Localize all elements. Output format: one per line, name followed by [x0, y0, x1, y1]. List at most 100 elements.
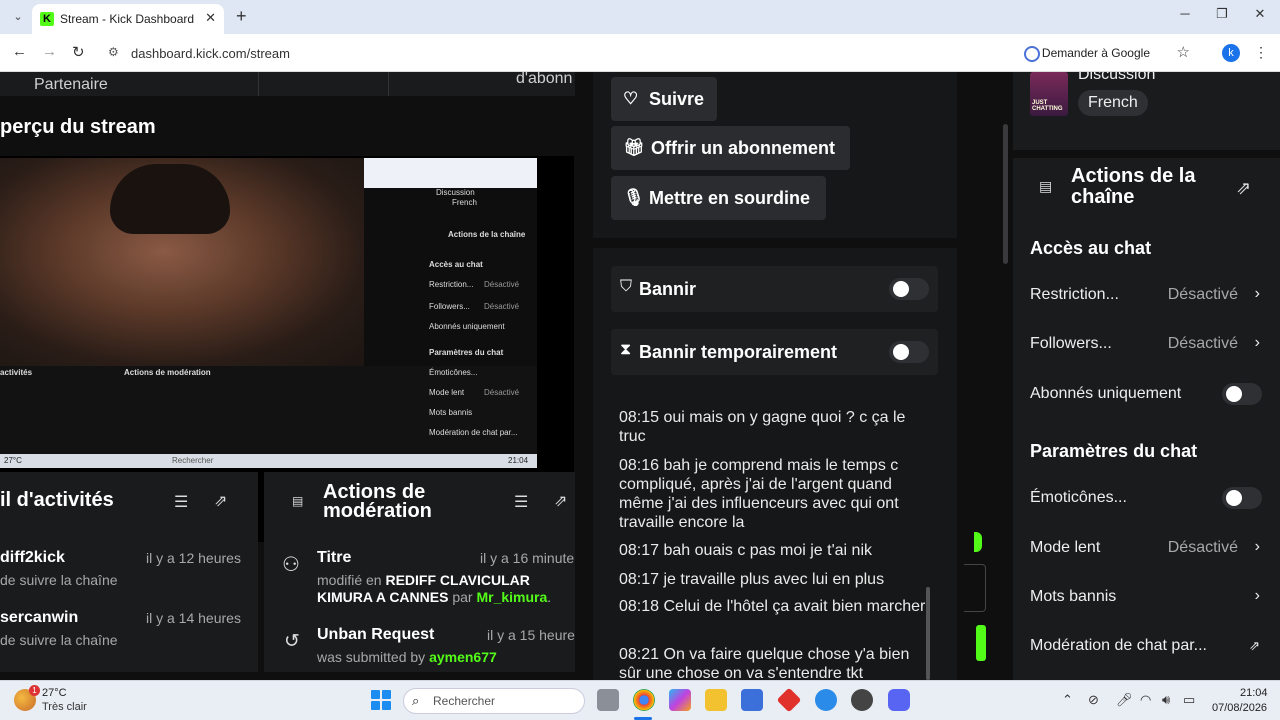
- chat-input-edge[interactable]: [964, 564, 986, 612]
- subs-label: d'abonn: [516, 72, 573, 87]
- weather-temp[interactable]: 27°C: [42, 687, 67, 699]
- help-icon[interactable]: [815, 689, 837, 711]
- tab-search-icon[interactable]: ⌄: [8, 7, 28, 27]
- clock-date[interactable]: 07/08/2026: [1212, 702, 1267, 714]
- stream-video[interactable]: Discussion French Actions de la chaîne A…: [0, 158, 537, 468]
- mini-text: Mots bannis: [429, 408, 473, 417]
- followers-row[interactable]: Followers... Désactivé ›: [1030, 334, 1262, 359]
- discord-icon[interactable]: [888, 689, 910, 711]
- url-text[interactable]: dashboard.kick.com/stream: [131, 46, 290, 61]
- emotes-row[interactable]: Émoticônes...: [1030, 487, 1262, 513]
- mini-text: Followers...: [429, 302, 470, 311]
- chat-message: 08:18 Celui de l'hôtel ça avait bien mar…: [619, 597, 929, 616]
- forward-icon[interactable]: →: [42, 43, 57, 60]
- windows-start-icon[interactable]: [371, 690, 391, 710]
- filter-icon[interactable]: ☰: [514, 492, 528, 512]
- ban-row[interactable]: ⛉ Bannir: [611, 266, 938, 312]
- chat-message: 08:21 On va faire quelque chose y'a bien…: [619, 645, 929, 680]
- user-chat-history[interactable]: 08:15 oui mais on y gagne quoi ? c ça le…: [611, 391, 938, 680]
- mini-text: Désactivé: [484, 388, 520, 397]
- file-explorer-icon[interactable]: [705, 689, 727, 711]
- timeout-toggle[interactable]: [889, 341, 929, 363]
- stream-preview-title: perçu du stream: [0, 116, 156, 138]
- chrome-icon[interactable]: [633, 689, 655, 711]
- tray-expand-icon[interactable]: ⌃: [1062, 692, 1073, 708]
- app-red-icon[interactable]: [776, 687, 802, 713]
- mod-action-name: Unban Request: [317, 626, 435, 643]
- mute-label: Mettre en sourdine: [649, 188, 811, 208]
- reload-icon[interactable]: ↻: [72, 43, 85, 61]
- profile-avatar[interactable]: k: [1222, 44, 1240, 62]
- tray-app-icon[interactable]: ⊘: [1088, 692, 1099, 708]
- store-icon[interactable]: [741, 689, 763, 711]
- minimize-icon[interactable]: ─: [1166, 6, 1204, 21]
- microphone-icon[interactable]: 🎤︎: [1116, 692, 1133, 708]
- taskbar-search-text: Rechercher: [433, 694, 496, 708]
- taskbar-search[interactable]: ⌕ Rechercher: [403, 688, 585, 714]
- chevron-right-icon: ›: [1254, 587, 1260, 604]
- emotes-label: Émoticônes...: [1030, 489, 1127, 506]
- chat-text: je travaille plus avec lui en plus: [663, 571, 885, 588]
- feed-time: il y a 12 heures: [146, 550, 241, 566]
- mute-button[interactable]: 🎙︎ Mettre en sourdine: [611, 176, 826, 220]
- feed-username[interactable]: sercanwin: [0, 609, 78, 627]
- follow-button[interactable]: ♡ Suivre: [611, 77, 717, 121]
- page-scrollbar[interactable]: [1003, 124, 1008, 264]
- battery-icon[interactable]: ▭: [1183, 692, 1195, 708]
- weather-status[interactable]: Très clair: [42, 701, 87, 713]
- gift-sub-button[interactable]: 🎁︎ Offrir un abonnement: [611, 126, 850, 170]
- wifi-icon[interactable]: ◠: [1140, 692, 1151, 708]
- copilot-icon[interactable]: [669, 689, 691, 711]
- dashboard-page: Partenaire d'abonn perçu du stream Discu…: [0, 72, 1280, 680]
- filter-icon[interactable]: ☰: [174, 492, 188, 512]
- divider: [258, 72, 259, 96]
- mod-desc-user[interactable]: Mr_kimura: [476, 589, 547, 605]
- site-info-icon[interactable]: ⚙: [108, 45, 119, 59]
- maximize-icon[interactable]: ❐: [1203, 6, 1241, 22]
- feed-description: de suivre la chaîne: [0, 632, 118, 648]
- new-tab-icon[interactable]: +: [236, 6, 247, 27]
- task-view-icon[interactable]: [597, 689, 619, 711]
- ask-google-button[interactable]: Demander à Google: [1022, 43, 1150, 63]
- ban-toggle[interactable]: [889, 278, 929, 300]
- close-tab-icon[interactable]: ✕: [205, 10, 216, 26]
- popout-icon[interactable]: ⇗: [1236, 178, 1251, 199]
- mini-text: Désactivé: [484, 302, 520, 311]
- mini-text: Modération de chat par...: [429, 428, 518, 437]
- mod-desc-prefix: modifié en: [317, 572, 386, 588]
- popout-icon[interactable]: ⇗: [554, 491, 567, 511]
- subs-only-row[interactable]: Abonnés uniquement: [1030, 383, 1262, 409]
- language-tag[interactable]: French: [1078, 90, 1148, 116]
- feed-username[interactable]: diff2kick: [0, 549, 65, 567]
- restriction-row[interactable]: Restriction... Désactivé ›: [1030, 285, 1262, 310]
- chat-scrollbar[interactable]: [926, 587, 930, 680]
- close-window-icon[interactable]: ✕: [1241, 6, 1279, 22]
- popout-icon[interactable]: ⇗: [214, 491, 227, 511]
- slow-mode-row[interactable]: Mode lent Désactivé ›: [1030, 538, 1262, 563]
- category-name[interactable]: Discussion: [1078, 72, 1155, 84]
- obs-icon[interactable]: [851, 689, 873, 711]
- chat-text: bah je comprend mais le temps c compliqu…: [619, 457, 899, 531]
- chat-time: 08:15: [619, 409, 660, 426]
- clock-time[interactable]: 21:04: [1240, 687, 1268, 699]
- browser-menu-icon[interactable]: ⋮: [1254, 44, 1268, 61]
- category-thumbnail[interactable]: JUST CHATTING: [1030, 72, 1068, 116]
- mod-desc-prefix: was submitted by: [317, 649, 430, 665]
- url-field[interactable]: ⚙ dashboard.kick.com/stream Demander à G…: [100, 39, 1210, 67]
- channel-actions-icon: ▤: [1039, 178, 1053, 194]
- back-icon[interactable]: ←: [12, 43, 27, 60]
- browser-tab-active[interactable]: K Stream - Kick Dashboard ✕: [32, 4, 224, 34]
- ban-label: Bannir: [639, 279, 697, 299]
- mod-desc-user[interactable]: aymen677: [429, 649, 497, 665]
- mod-desc-mid: par: [448, 589, 477, 605]
- emotes-toggle[interactable]: [1222, 487, 1262, 509]
- volume-icon[interactable]: 🔊︎: [1162, 692, 1170, 708]
- banned-words-row[interactable]: Mots bannis ›: [1030, 587, 1262, 612]
- chat-moderation-row[interactable]: Modération de chat par... ⇗: [1030, 637, 1262, 661]
- chat-time: 08:17: [619, 571, 660, 588]
- timeout-row[interactable]: ⧗ Bannir temporairement: [611, 329, 938, 375]
- tab-title: Stream - Kick Dashboard: [60, 12, 195, 26]
- bookmark-star-icon[interactable]: ☆: [1177, 43, 1190, 61]
- subs-only-toggle[interactable]: [1222, 383, 1262, 405]
- chat-send-button[interactable]: [976, 625, 986, 661]
